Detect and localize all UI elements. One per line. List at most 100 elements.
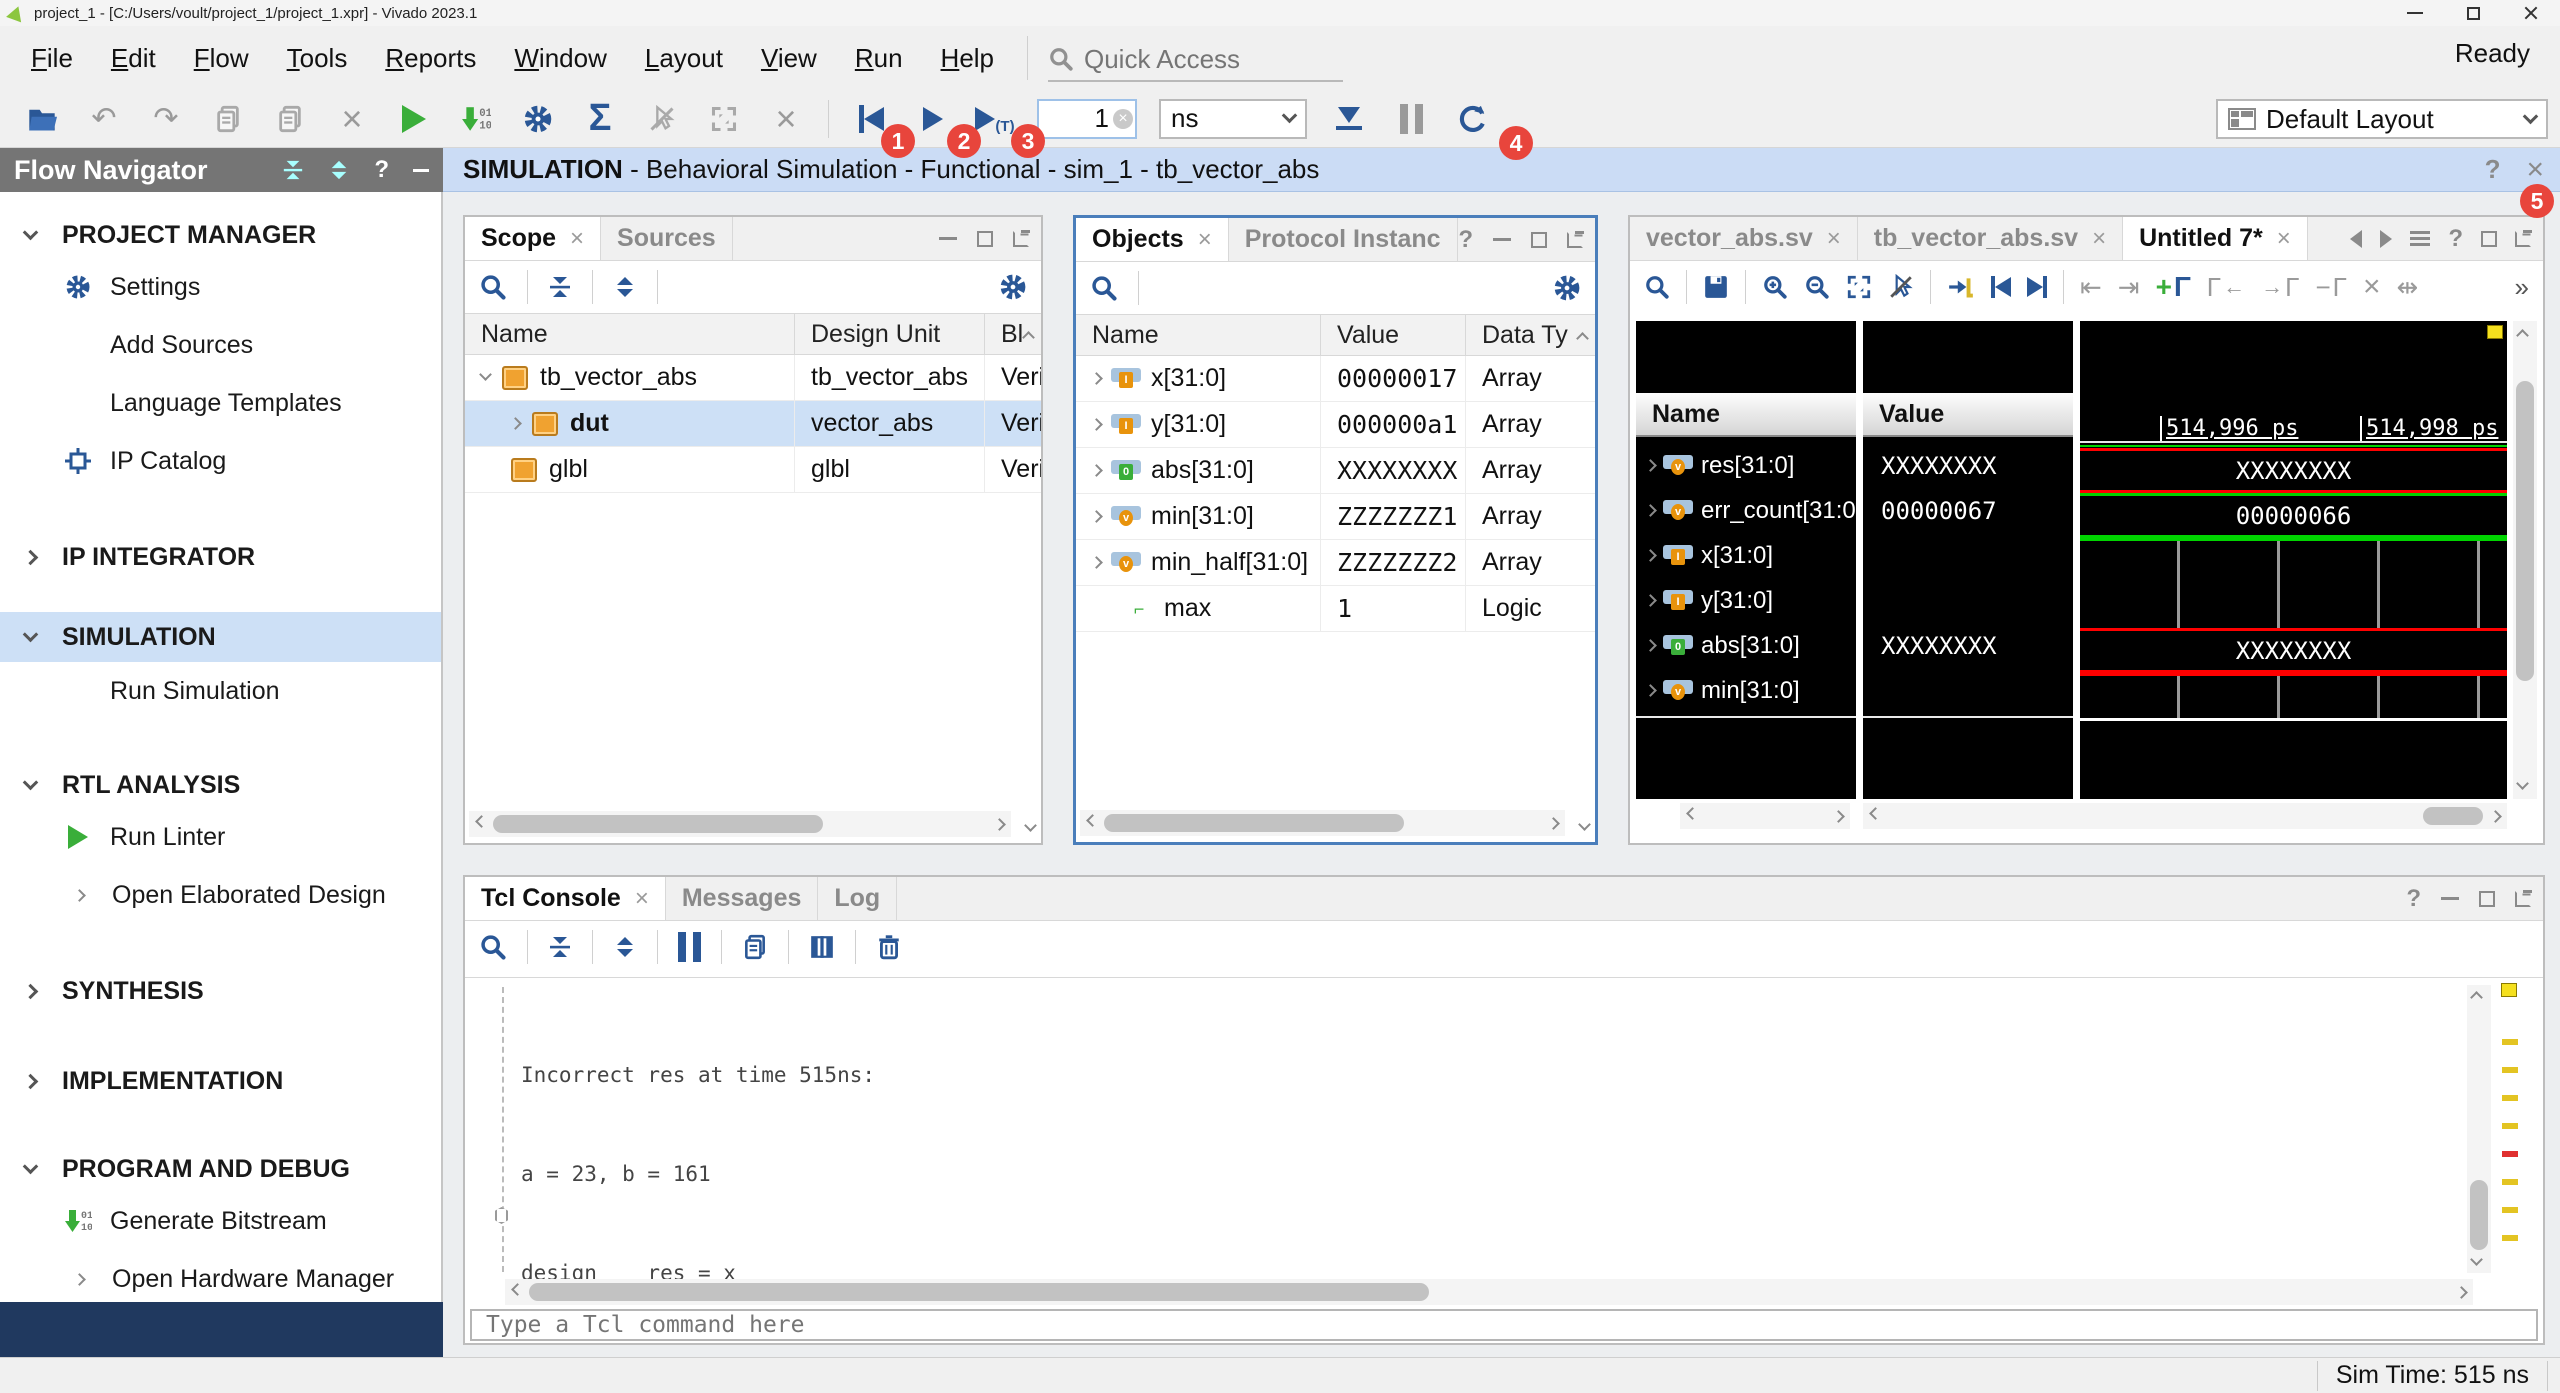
wave-signal-x[interactable]: Ix[31:0] xyxy=(1636,533,1856,578)
tcl-command-box[interactable] xyxy=(470,1309,2538,1341)
expand-all-icon[interactable] xyxy=(613,935,637,959)
tab-messages[interactable]: Messages xyxy=(666,877,819,920)
column-block-type[interactable]: Block Typ xyxy=(985,314,1024,354)
wave-hscrollbar[interactable] xyxy=(1863,803,2507,829)
scroll-down-icon[interactable] xyxy=(1578,818,1591,831)
sidebar-section-project-manager[interactable]: PROJECT MANAGER xyxy=(0,210,441,260)
scroll-thumb[interactable] xyxy=(493,815,823,833)
column-data-type[interactable]: Data Ty xyxy=(1466,315,1578,355)
previous-transition-button[interactable] xyxy=(1991,276,2011,298)
copy-button[interactable] xyxy=(208,99,248,139)
scroll-up-icon[interactable] xyxy=(1576,332,1589,345)
save-icon[interactable] xyxy=(1703,274,1729,300)
menu-layout[interactable]: Layout xyxy=(626,35,742,82)
menu-reports[interactable]: Reports xyxy=(366,35,495,82)
tab-sources[interactable]: Sources xyxy=(601,217,732,260)
collapse-all-icon[interactable] xyxy=(548,275,572,299)
menu-flow[interactable]: Flow xyxy=(175,35,268,82)
scope-row-tb-vector-abs[interactable]: tb_vector_abs tb_vector_abs Verilog M xyxy=(465,355,1041,401)
report-summary-button[interactable]: Σ xyxy=(580,99,620,139)
console-fold-marker[interactable] xyxy=(495,1207,508,1224)
tab-untitled-7[interactable]: Untitled 7*× xyxy=(2123,217,2308,260)
search-icon[interactable] xyxy=(479,933,507,961)
sidebar-item-run-simulation[interactable]: Run Simulation xyxy=(0,666,441,716)
remove-marker-button-disabled[interactable]: −Γ xyxy=(2315,272,2347,303)
toolbar-overflow-icon[interactable]: » xyxy=(2515,272,2529,303)
wave-value-header[interactable]: Value xyxy=(1863,393,2073,437)
scroll-up-icon[interactable] xyxy=(1022,331,1035,344)
wave-signal-min[interactable]: vmin[31:0] xyxy=(1636,668,1856,713)
close-icon[interactable]: × xyxy=(570,225,584,253)
panel-maximize-icon[interactable] xyxy=(1531,232,1547,248)
close-icon[interactable]: × xyxy=(2277,225,2291,253)
collapse-all-icon[interactable] xyxy=(548,935,572,959)
objects-hscrollbar[interactable] xyxy=(1080,810,1565,836)
wave-signal-y[interactable]: Iy[31:0] xyxy=(1636,578,1856,623)
objects-row-max[interactable]: ⌐max 1 Logic xyxy=(1076,586,1595,632)
validate-button-disabled[interactable] xyxy=(642,99,682,139)
scroll-down-icon[interactable] xyxy=(2470,1253,2483,1266)
tab-scope[interactable]: Scope× xyxy=(465,217,601,260)
wave-vscrollbar[interactable] xyxy=(2513,321,2537,799)
time-unit-select[interactable]: ns xyxy=(1159,99,1307,139)
scroll-thumb[interactable] xyxy=(2470,1180,2488,1250)
next-transition-button[interactable] xyxy=(2027,276,2047,298)
swap-cursor-icon-disabled[interactable]: ⇹ xyxy=(2397,272,2419,303)
scroll-right-icon[interactable] xyxy=(2489,810,2502,823)
console-vscrollbar[interactable] xyxy=(2467,985,2491,1273)
sidebar-section-synthesis[interactable]: SYNTHESIS xyxy=(0,966,441,1016)
menu-run[interactable]: Run xyxy=(836,35,922,82)
quick-access-search[interactable] xyxy=(1048,38,1343,82)
close-icon[interactable]: × xyxy=(635,885,649,913)
tab-list-icon[interactable] xyxy=(2410,228,2430,249)
sidebar-section-rtl-analysis[interactable]: RTL ANALYSIS xyxy=(0,760,441,810)
scroll-right-icon[interactable] xyxy=(1547,817,1560,830)
panel-maximize-icon[interactable] xyxy=(2479,891,2495,907)
sidebar-item-generate-bitstream[interactable]: Generate Bitstream xyxy=(0,1196,441,1246)
panel-help-icon[interactable]: ? xyxy=(2448,225,2463,253)
next-marker-button-disabled[interactable]: →Γ xyxy=(2261,272,2299,303)
scroll-up-icon[interactable] xyxy=(2470,991,2483,1004)
open-project-button[interactable] xyxy=(22,99,62,139)
tab-protocol-instances[interactable]: Protocol Instanc xyxy=(1229,218,1457,261)
wave-name-header[interactable]: Name xyxy=(1636,393,1856,437)
column-name[interactable]: Name xyxy=(1076,315,1321,355)
sidebar-section-program-and-debug[interactable]: PROGRAM AND DEBUG xyxy=(0,1144,441,1194)
search-icon[interactable] xyxy=(479,273,507,301)
console-hscrollbar[interactable] xyxy=(505,1279,2473,1305)
column-design-unit[interactable]: Design Unit xyxy=(795,314,985,354)
sidebar-section-implementation[interactable]: IMPLEMENTATION xyxy=(0,1056,441,1106)
scroll-thumb[interactable] xyxy=(529,1283,1429,1301)
scroll-up-icon[interactable] xyxy=(2516,329,2529,342)
objects-row-abs[interactable]: 0abs[31:0] XXXXXXXX Array xyxy=(1076,448,1595,494)
objects-row-min[interactable]: vmin[31:0] ZZZZZZZ1 Array xyxy=(1076,494,1595,540)
wave-signal-err-count[interactable]: verr_count[31:0 xyxy=(1636,488,1856,533)
scroll-thumb[interactable] xyxy=(1104,814,1404,832)
minimize-panel-icon[interactable] xyxy=(413,169,429,172)
tab-log[interactable]: Log xyxy=(818,877,896,920)
sim-run-all-button[interactable] xyxy=(913,99,953,139)
sidebar-item-settings[interactable]: Settings xyxy=(0,262,441,312)
gear-icon[interactable] xyxy=(999,273,1027,301)
scope-row-glbl[interactable]: glbl glbl Verilog M xyxy=(465,447,1041,493)
expand-all-icon[interactable] xyxy=(328,159,350,181)
panel-minimize-icon[interactable] xyxy=(1493,238,1511,241)
sidebar-item-ip-catalog[interactable]: IP Catalog xyxy=(0,436,441,486)
tab-scroll-left-icon[interactable] xyxy=(2350,230,2362,248)
menu-edit[interactable]: Edit xyxy=(92,35,175,82)
tab-tb-vector-abs-sv[interactable]: tb_vector_abs.sv× xyxy=(1858,217,2123,260)
generate-bitstream-button[interactable] xyxy=(456,99,496,139)
tcl-command-input[interactable] xyxy=(486,1312,2434,1338)
layout-selector[interactable]: Default Layout xyxy=(2216,99,2548,139)
objects-row-min-half[interactable]: vmin_half[31:0] ZZZZZZZ2 Array xyxy=(1076,540,1595,586)
tab-objects[interactable]: Objects× xyxy=(1076,218,1229,261)
paste-button[interactable] xyxy=(270,99,310,139)
sidebar-item-add-sources[interactable]: Add Sources xyxy=(0,320,441,370)
scroll-left-icon[interactable] xyxy=(1869,807,1882,820)
previous-marker-button-disabled[interactable]: Γ← xyxy=(2207,272,2245,303)
annotate-button-disabled[interactable] xyxy=(704,99,744,139)
scroll-thumb[interactable] xyxy=(2423,807,2483,825)
panel-minimize-icon[interactable] xyxy=(939,237,957,240)
trash-icon[interactable] xyxy=(876,934,902,960)
panel-maximize-icon[interactable] xyxy=(2481,231,2497,247)
